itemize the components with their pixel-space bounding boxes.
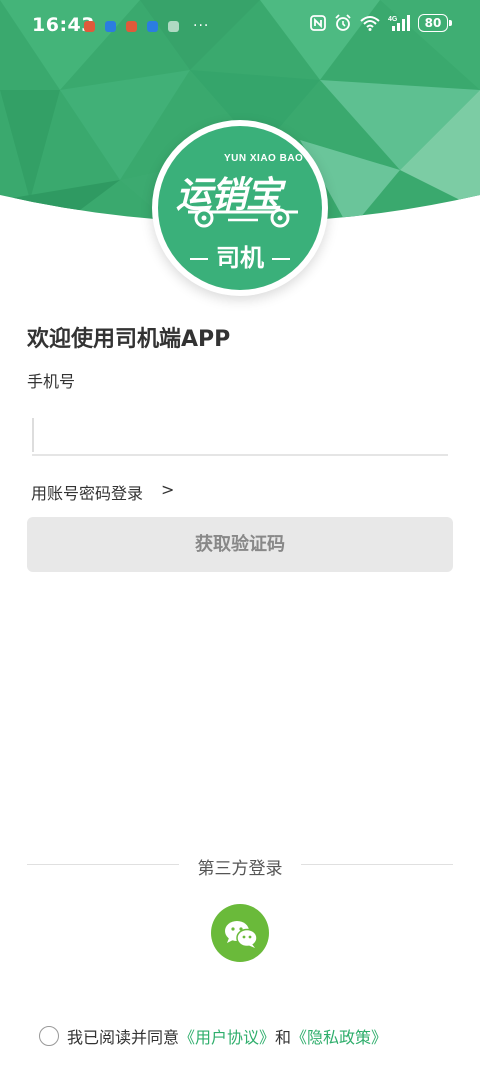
third-party-label: 第三方登录 [197, 859, 283, 879]
status-notifications: ··· [84, 18, 209, 34]
app-logo: YUN XIAO BAO 运销宝 司机 [152, 120, 328, 296]
signal-icon: 4G [388, 15, 410, 31]
wechat-login-button[interactable] [211, 904, 269, 962]
notification-icon [126, 20, 137, 32]
user-agreement-link[interactable]: 《用户协议》 [179, 1024, 275, 1048]
wifi-icon [360, 16, 380, 31]
third-party-divider: 第三方登录 [27, 852, 453, 879]
notification-icon [105, 20, 116, 32]
logo-role-text: 司机 [216, 244, 264, 272]
logo-badge: YUN XIAO BAO 运销宝 司机 [158, 126, 322, 290]
logo-brand-en: YUN XIAO BAO [224, 153, 304, 164]
status-bar: 16:43 ··· 4G 80 [0, 0, 480, 50]
phone-label: 手机号 [27, 372, 76, 391]
status-system-icons: 4G 80 [310, 14, 452, 32]
agreement-row: 我已阅读并同意 《用户协议》 和 《隐私政策》 [39, 1024, 387, 1048]
svg-text:4G: 4G [388, 16, 398, 23]
notification-icon [168, 20, 179, 32]
logo-dash-left [190, 258, 208, 260]
logo-dash-right [272, 258, 290, 260]
divider-right [301, 864, 453, 865]
agreement-prefix: 我已阅读并同意 [67, 1028, 180, 1047]
truck-wheels-icon [188, 208, 298, 228]
password-login-label: 用账号密码登录 [31, 484, 144, 503]
notification-icon [84, 20, 95, 32]
welcome-title: 欢迎使用司机端APP [27, 327, 231, 352]
alarm-icon [335, 14, 351, 31]
logo-role: 司机 [158, 238, 322, 273]
battery-icon: 80 [418, 14, 452, 32]
phone-input-container [32, 416, 454, 456]
nfc-icon [310, 15, 326, 31]
agreement-checkbox[interactable] [39, 1026, 59, 1046]
get-code-button[interactable]: 获取验证码 [27, 517, 453, 572]
wechat-icon [225, 921, 258, 948]
agreement-and: 和 [275, 1028, 292, 1047]
notification-icon [147, 20, 158, 32]
password-login-link[interactable]: 用账号密码登录 > [31, 480, 174, 504]
phone-input[interactable] [32, 416, 454, 454]
more-notifications-icon: ··· [193, 18, 210, 34]
text-cursor [32, 418, 34, 452]
chevron-right-icon: > [161, 480, 175, 499]
privacy-policy-link[interactable]: 《隐私政策》 [291, 1024, 387, 1048]
